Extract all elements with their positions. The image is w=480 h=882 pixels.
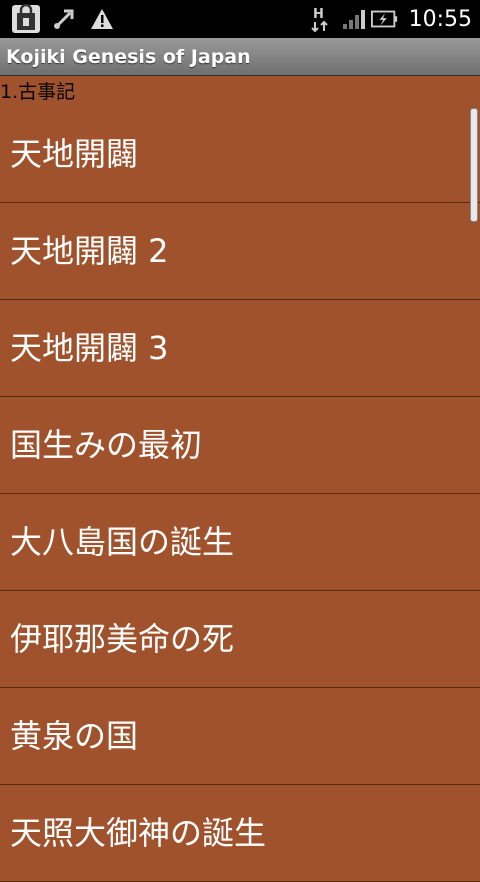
shopping-bag-icon[interactable] <box>10 3 42 35</box>
clock: 10:55 <box>408 6 472 32</box>
usb-debug-icon[interactable] <box>48 3 80 35</box>
list-item-label: 天照大御神の誕生 <box>10 814 267 852</box>
scrollbar-thumb[interactable] <box>470 108 478 222</box>
warning-icon[interactable] <box>86 3 118 35</box>
list-item[interactable]: 大八島国の誕生 <box>0 494 480 591</box>
list-item[interactable]: 国生みの最初 <box>0 397 480 494</box>
status-bar: H 10:55 <box>0 0 480 38</box>
list-item-label: 天地開闢 2 <box>10 232 169 270</box>
list-item[interactable]: 天地開闢 3 <box>0 300 480 397</box>
list-item[interactable]: 黄泉の国 <box>0 688 480 785</box>
list-item-label: 黄泉の国 <box>10 717 139 755</box>
list-item-label: 伊耶那美命の死 <box>10 620 235 658</box>
list-item[interactable]: 伊耶那美命の死 <box>0 591 480 688</box>
battery-charging-icon <box>370 3 399 35</box>
notification-icons <box>10 3 124 35</box>
section-header: 1.古事記 <box>0 81 76 103</box>
list-item[interactable]: 天地開闢 <box>0 106 480 203</box>
network-label: H <box>313 7 324 22</box>
list-item[interactable]: 天照大御神の誕生 <box>0 785 480 882</box>
signal-icon <box>339 3 367 35</box>
app-title-bar: Kojiki Genesis of Japan <box>0 38 480 76</box>
network-h-icon: H <box>307 3 335 35</box>
list-item-label: 天地開闢 <box>10 135 139 173</box>
list-item-label: 国生みの最初 <box>10 426 203 464</box>
system-icons: H 10:55 <box>307 0 472 38</box>
list-item-label: 大八島国の誕生 <box>10 523 235 561</box>
list-item-label: 天地開闢 3 <box>10 329 169 367</box>
list-item[interactable]: 天地開闢 2 <box>0 203 480 300</box>
app-title: Kojiki Genesis of Japan <box>6 46 251 68</box>
chapter-list: 天地開闢 天地開闢 2 天地開闢 3 国生みの最初 大八島国の誕生 伊耶那美命の… <box>0 106 480 882</box>
